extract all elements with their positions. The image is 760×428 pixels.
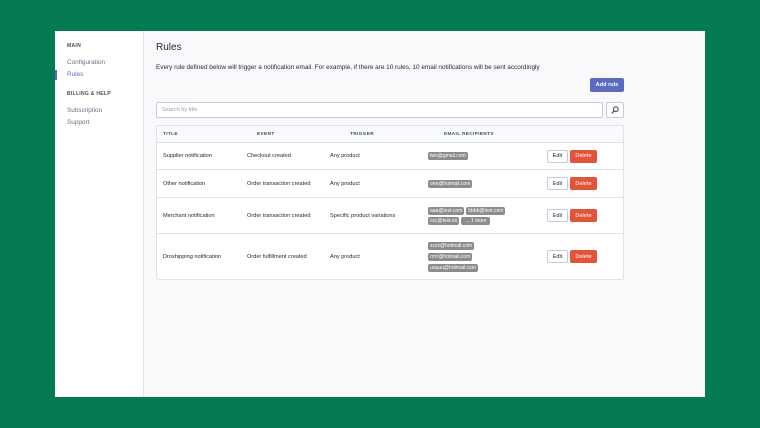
recipient-tag: rrrrr@hotmail.com [428,252,473,261]
recipient-tag: uuuuu@hotmail.com [428,263,478,272]
recipient-list: one@hotmail.com [428,179,548,188]
rule-title: Merchant notification [163,212,215,219]
more-recipients-tag[interactable]: ... 1 more [461,216,491,225]
recipient-list: aaa@test.com bbbb@test.com ccc@test.es .… [428,206,523,225]
delete-button[interactable]: Delete [570,209,597,222]
row-actions: Edit Delete [547,177,597,190]
header-trigger: TRIGGER [350,132,374,137]
page-title: Rules [156,42,182,53]
edit-button[interactable]: Edit [547,177,568,190]
delete-button[interactable]: Delete [570,149,597,163]
main-content: Rules Every rule defined below will trig… [144,31,705,397]
search-bar [156,102,624,118]
rule-event: Order transaction created [247,212,311,219]
header-event: EVENT [257,132,275,137]
row-actions: Edit Delete [547,209,597,222]
rule-title: Supplier notification [163,153,212,159]
recipient-tag: ccc@test.es [428,216,460,225]
recipient-list: zzzz@hotmail.com rrrrr@hotmail.com uuuuu… [428,241,498,272]
sidebar: MAIN Configuration Rules BILLING & HELP … [55,31,144,397]
recipient-tag: bbbb@test.com [466,206,506,215]
sidebar-item-configuration[interactable]: Configuration [55,57,143,69]
sidebar-heading-main: MAIN [67,43,81,49]
rule-trigger: Any product [330,153,360,159]
edit-button[interactable]: Edit [547,209,568,222]
search-button[interactable] [606,102,624,118]
rule-event: Checkout created [247,153,291,159]
search-icon [611,106,619,114]
rule-trigger: Any product [330,253,360,260]
search-input[interactable] [156,102,603,118]
sidebar-item-support[interactable]: Support [55,117,143,129]
row-actions: Edit Delete [547,149,597,163]
table-row: Merchant notification Order transaction … [157,198,623,234]
recipient-list: two@gmail.com [428,152,548,160]
add-rule-button[interactable]: Add rule [590,78,624,92]
table-row: Other notification Order transaction cre… [157,170,623,198]
sidebar-item-rules[interactable]: Rules [55,69,143,81]
row-actions: Edit Delete [547,250,597,263]
delete-button[interactable]: Delete [570,250,597,263]
recipient-tag: two@gmail.com [428,152,468,160]
table-header: TITLE EVENT TRIGGER EMAIL RECIPIENTS [157,126,623,143]
edit-button[interactable]: Edit [547,149,568,163]
table-row: Droshipping notification Order fulfillme… [157,234,623,279]
sidebar-item-subscription[interactable]: Subscription [55,105,143,117]
edit-button[interactable]: Edit [547,250,568,263]
recipient-tag: one@hotmail.com [428,179,473,188]
rule-trigger: Specific product variations [330,212,396,219]
delete-button[interactable]: Delete [570,177,597,190]
rule-event: Order fulfillment created [247,253,307,260]
rule-title: Other notification [163,180,206,187]
header-email-recipients: EMAIL RECIPIENTS [444,132,494,137]
rule-title: Droshipping notification [163,253,222,260]
rule-trigger: Any product [330,180,360,187]
rule-event: Order transaction created [247,180,311,187]
page-description: Every rule defined below will trigger a … [156,64,540,71]
rules-table: TITLE EVENT TRIGGER EMAIL RECIPIENTS Sup… [156,125,624,280]
table-row: Supplier notification Checkout created A… [157,143,623,170]
header-title: TITLE [163,132,178,137]
recipient-tag: aaa@test.com [428,206,465,215]
recipient-tag: zzzz@hotmail.com [428,241,475,250]
app-window: MAIN Configuration Rules BILLING & HELP … [55,31,705,397]
sidebar-heading-billing: BILLING & HELP [67,91,111,97]
